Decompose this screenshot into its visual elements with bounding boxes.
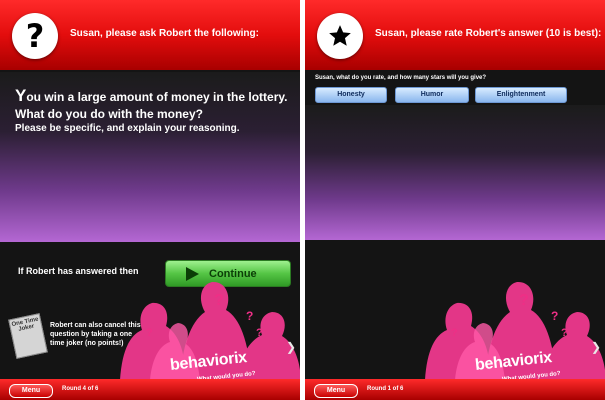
round-indicator: Round 4 of 6 xyxy=(62,386,99,392)
menu-button[interactable]: Menu xyxy=(9,384,53,398)
svg-text:?: ? xyxy=(246,309,253,323)
people-silhouette-art: ? ? ? ? xyxy=(425,281,605,380)
joker-description: Robert can also cancel this question by … xyxy=(50,322,141,347)
left-screen: ? Susan, please ask Robert the following… xyxy=(0,0,300,400)
svg-text:?: ? xyxy=(256,327,263,339)
bottom-bar: Menu Round 4 of 6 xyxy=(0,379,300,400)
svg-text:?: ? xyxy=(519,292,529,309)
svg-text:?: ? xyxy=(214,292,224,309)
svg-text:?: ? xyxy=(451,327,458,339)
right-screen: Susan, please rate Robert's answer (10 i… xyxy=(305,0,605,400)
svg-text:?: ? xyxy=(561,327,568,339)
round-indicator: Round 1 of 6 xyxy=(367,386,404,392)
chevron-right-icon[interactable]: ❯ xyxy=(591,340,601,354)
bottom-bar: Menu Round 1 of 6 xyxy=(305,379,605,400)
svg-text:?: ? xyxy=(146,327,153,339)
chevron-right-icon[interactable]: ❯ xyxy=(286,340,296,354)
menu-button[interactable]: Menu xyxy=(314,384,358,398)
svg-text:?: ? xyxy=(551,309,558,323)
